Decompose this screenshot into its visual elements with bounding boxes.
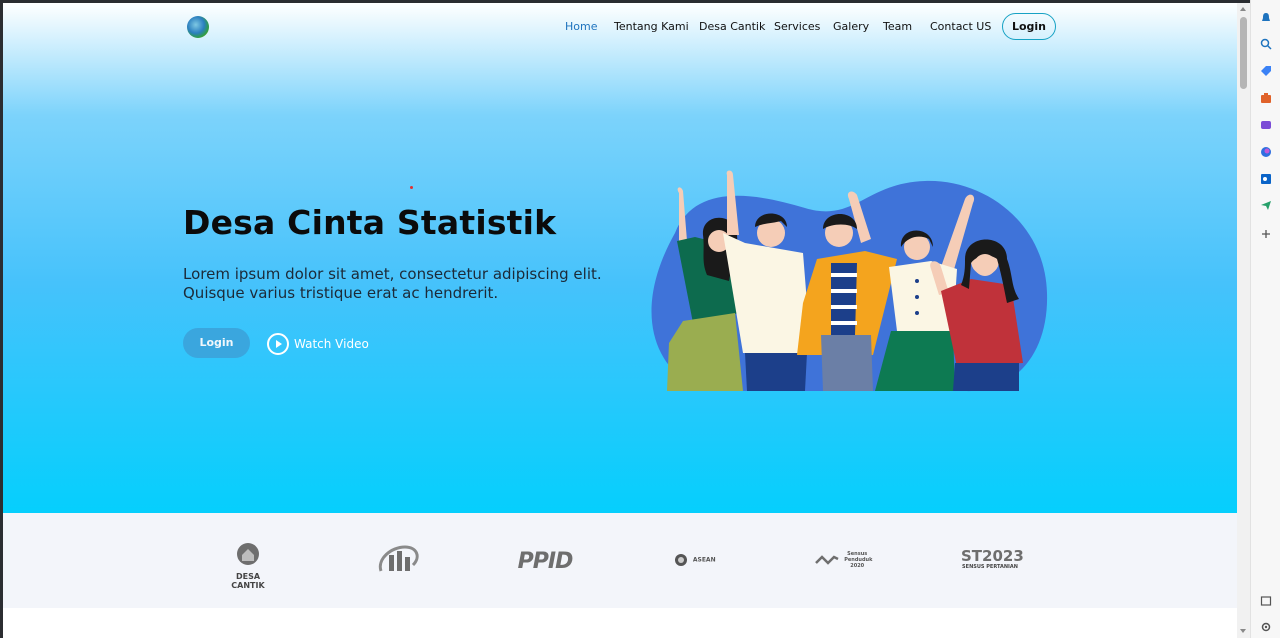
briefcase-icon[interactable] <box>1260 92 1272 104</box>
next-section <box>3 608 1237 638</box>
ppid-logo[interactable]: PPID <box>513 549 577 589</box>
bps-logo[interactable] <box>375 541 423 581</box>
st2023-text: ST2023 <box>961 547 1024 565</box>
nav-galery[interactable]: Galery <box>833 20 869 33</box>
hero-title: Desa Cinta Statistik <box>183 203 557 242</box>
page-scrollbar[interactable] <box>1237 3 1250 638</box>
hero-illustration <box>651 170 1048 392</box>
bell-icon[interactable] <box>1260 12 1272 24</box>
browser-sidebar <box>1250 0 1280 638</box>
top-navbar: Home Tentang Kami Desa Cantik Services G… <box>3 3 1237 53</box>
hero-login-button[interactable]: Login <box>183 328 250 358</box>
nav-home[interactable]: Home <box>565 20 597 33</box>
scroll-down-icon[interactable] <box>1240 629 1246 633</box>
settings-icon[interactable] <box>1260 621 1272 633</box>
scroll-up-icon[interactable] <box>1240 7 1246 11</box>
page-viewport: Home Tentang Kami Desa Cantik Services G… <box>3 3 1237 638</box>
games-icon[interactable] <box>1260 119 1272 131</box>
nav-team[interactable]: Team <box>883 20 912 33</box>
site-logo-icon[interactable] <box>187 16 209 38</box>
outlook-icon[interactable] <box>1260 173 1272 185</box>
watch-video-label: Watch Video <box>294 337 369 351</box>
hero-section: Home Tentang Kami Desa Cantik Services G… <box>3 3 1237 513</box>
copilot-icon[interactable] <box>1260 146 1272 158</box>
st2023-logo[interactable]: ST2023 SENSUS PERTANIAN <box>961 547 1024 589</box>
asean-logo[interactable]: ASEAN <box>671 551 719 591</box>
ppid-text: PPID <box>517 549 574 574</box>
sensus-penduduk-text: Sensus Penduduk 2020 <box>844 551 873 569</box>
nav-desa-cantik[interactable]: Desa Cantik <box>699 20 765 33</box>
search-icon[interactable] <box>1260 38 1272 50</box>
asean-emblem-icon <box>675 553 688 566</box>
desa-cantik-emblem-icon <box>237 543 259 565</box>
sensus-penduduk-logo[interactable]: Sensus Penduduk 2020 <box>813 551 873 591</box>
bps-emblem-icon <box>378 545 419 572</box>
partner-logos-strip: DESA CANTIK PPID ASEAN Sensus Penduduk 2… <box>3 513 1237 608</box>
send-icon[interactable] <box>1260 199 1272 211</box>
sensus-penduduk-emblem-icon <box>814 555 839 565</box>
nav-contact-us[interactable]: Contact US <box>930 20 991 33</box>
panel-icon[interactable] <box>1260 595 1272 607</box>
plus-icon[interactable] <box>1260 228 1272 240</box>
desa-cantik-text: DESA CANTIK <box>231 572 265 590</box>
tag-icon[interactable] <box>1260 65 1272 77</box>
play-icon[interactable] <box>267 333 289 355</box>
desa-cantik-logo[interactable]: DESA CANTIK <box>218 541 278 590</box>
nav-login-button[interactable]: Login <box>1002 13 1056 40</box>
nav-tentang-kami[interactable]: Tentang Kami <box>614 20 689 33</box>
scrollbar-thumb[interactable] <box>1240 17 1247 89</box>
hero-subtitle: Lorem ipsum dolor sit amet, consectetur … <box>183 265 602 302</box>
decorative-dot <box>410 186 413 189</box>
asean-text: ASEAN <box>692 556 716 564</box>
st2023-subtext: SENSUS PERTANIAN <box>962 564 1018 570</box>
nav-services[interactable]: Services <box>774 20 820 33</box>
